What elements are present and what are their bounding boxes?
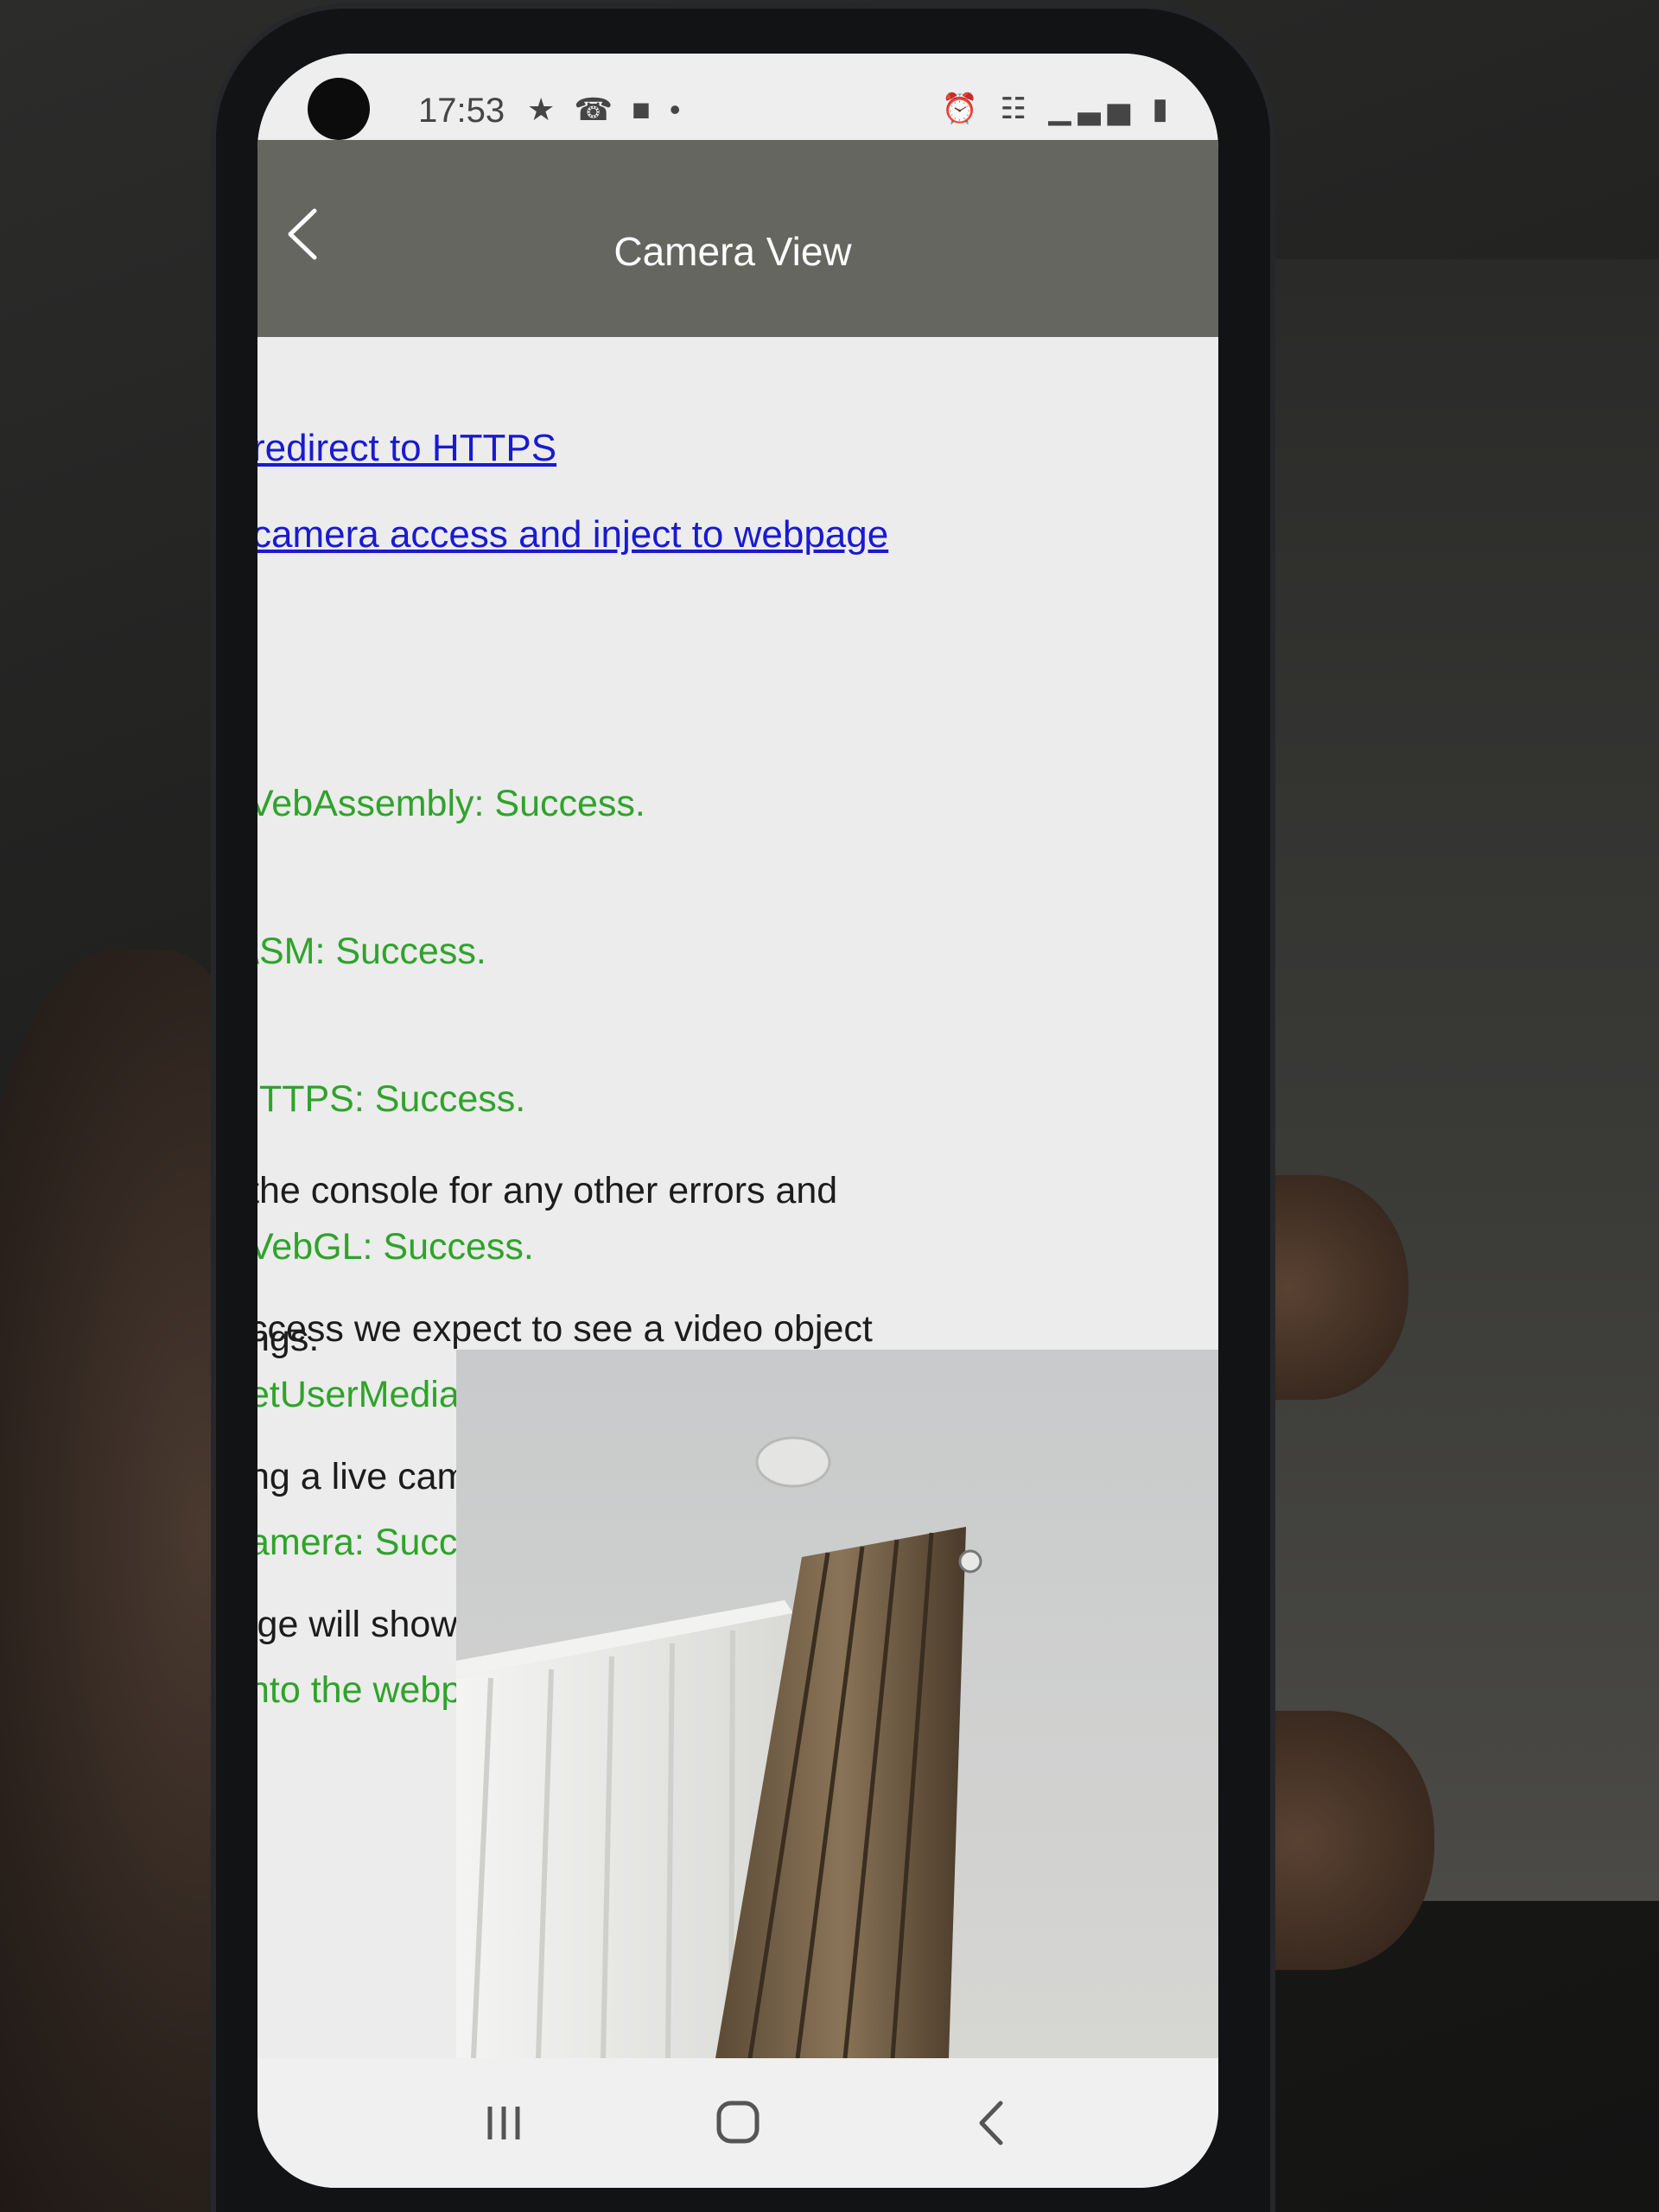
home-icon[interactable]	[703, 2093, 772, 2153]
phone-screen: 17:53 ★ ☎ ■ • ⏰ ☷ ▁▃▅ ▮ Camera View redi…	[257, 54, 1218, 2188]
page-title: Camera View	[257, 228, 1218, 275]
redirect-https-link[interactable]: redirect to HTTPS	[257, 427, 556, 470]
navigation-bar	[257, 2058, 1218, 2188]
background-wall	[1253, 259, 1659, 1901]
live-camera-feed	[456, 1350, 1218, 2058]
recents-icon[interactable]	[469, 2093, 538, 2153]
camera-frame-picture	[456, 1350, 1218, 2058]
notification-icons: ★ ☎ ■ •	[527, 92, 686, 127]
status-bar: 17:53 ★ ☎ ■ • ⏰ ☷ ▁▃▅ ▮	[257, 54, 1218, 140]
status-line-wasm: \SM: Success.	[257, 931, 486, 972]
status-line-webassembly: VebAssembly: Success.	[257, 783, 645, 824]
system-status-icons: ⏰ ☷ ▁▃▅ ▮	[941, 92, 1175, 125]
front-camera	[308, 78, 370, 140]
back-icon[interactable]	[957, 2093, 1027, 2153]
status-time: 17:53	[418, 92, 505, 130]
page-title-text: Camera View	[613, 229, 852, 274]
expectation-note-line: ccess we expect to see a video object	[257, 1308, 873, 1350]
camera-access-link[interactable]: camera access and inject to webpage	[257, 513, 888, 556]
photo-scene: 17:53 ★ ☎ ■ • ⏰ ☷ ▁▃▅ ▮ Camera View redi…	[0, 0, 1659, 2212]
